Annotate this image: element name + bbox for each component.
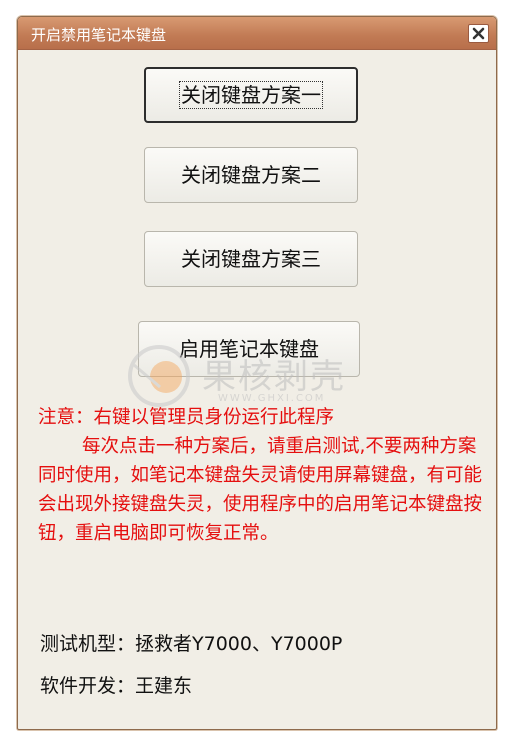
tested-models-label: 测试机型：拯救者Y7000、Y7000P xyxy=(40,633,343,655)
notice-heading: 注意：右键以管理员身份运行此程序 xyxy=(38,407,335,428)
enable-keyboard-button[interactable]: 启用笔记本键盘 xyxy=(138,321,360,377)
app-window: 开启禁用笔记本键盘 关闭键盘方案一 关闭键盘方案二 关闭键盘方案三 启用笔记本键… xyxy=(17,16,497,730)
close-button[interactable] xyxy=(468,24,489,43)
notice-text: 注意：右键以管理员身份运行此程序 每次点击一种方案后，请重启测试,不要两种方案同… xyxy=(38,403,488,548)
disable-keyboard-plan-1-button[interactable]: 关闭键盘方案一 xyxy=(144,67,358,123)
notice-body: 每次点击一种方案后，请重启测试,不要两种方案同时使用，如笔记本键盘失灵请使用屏幕… xyxy=(38,436,483,544)
developer-label: 软件开发：王建东 xyxy=(40,675,193,697)
window-title: 开启禁用笔记本键盘 xyxy=(31,26,167,44)
enable-label: 启用笔记本键盘 xyxy=(179,337,319,361)
plan-3-label: 关闭键盘方案三 xyxy=(181,247,321,271)
plan-2-label: 关闭键盘方案二 xyxy=(181,163,321,187)
close-icon xyxy=(472,27,485,40)
title-bar[interactable]: 开启禁用笔记本键盘 xyxy=(18,17,496,50)
plan-1-label: 关闭键盘方案一 xyxy=(179,81,323,109)
disable-keyboard-plan-2-button[interactable]: 关闭键盘方案二 xyxy=(144,147,358,203)
disable-keyboard-plan-3-button[interactable]: 关闭键盘方案三 xyxy=(144,231,358,287)
